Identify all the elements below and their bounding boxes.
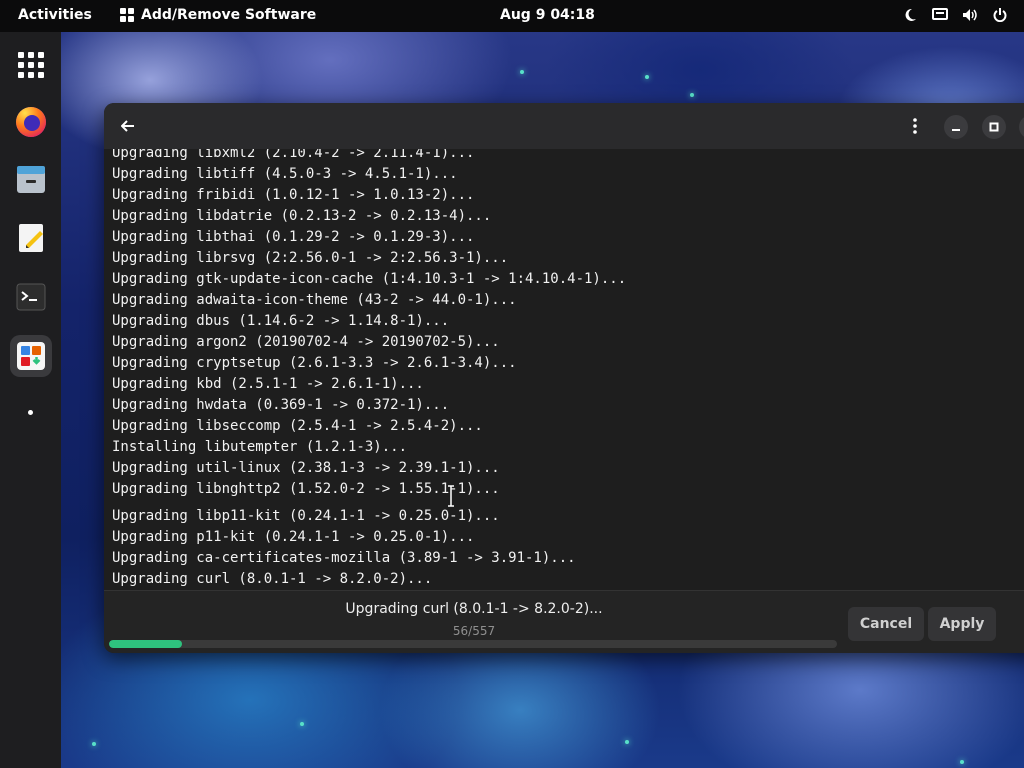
terminal-icon[interactable] bbox=[10, 276, 52, 318]
clock[interactable]: Aug 9 04:18 bbox=[500, 7, 595, 23]
log-line: Upgrading adwaita-icon-theme (43-2 -> 44… bbox=[112, 292, 517, 308]
software-window: Upgrading libxml2 (2.10.4-2 -> 2.11.4-1)… bbox=[104, 103, 1024, 653]
wallpaper-sparkle bbox=[960, 760, 964, 764]
log-line: Upgrading libdatrie (0.2.13-2 -> 0.2.13-… bbox=[112, 208, 492, 224]
log-line: Installing libutempter (1.2.1-3)... bbox=[112, 439, 408, 455]
system-tray[interactable] bbox=[902, 7, 1008, 23]
apply-button[interactable]: Apply bbox=[928, 607, 996, 641]
transaction-log[interactable]: Upgrading libxml2 (2.10.4-2 -> 2.11.4-1)… bbox=[104, 149, 1024, 589]
close-button[interactable] bbox=[1019, 115, 1024, 139]
log-line: Upgrading gtk-update-icon-cache (1:4.10.… bbox=[112, 271, 627, 287]
screen-share-icon[interactable] bbox=[932, 7, 948, 23]
wallpaper-sparkle bbox=[520, 70, 524, 74]
progress-count: 56/557 bbox=[452, 624, 496, 638]
wallpaper-sparkle bbox=[300, 722, 304, 726]
top-bar: Activities Add/Remove Software Aug 9 04:… bbox=[0, 0, 1024, 32]
app-menu-label: Add/Remove Software bbox=[141, 7, 317, 23]
firefox-icon[interactable] bbox=[10, 101, 52, 143]
progress-bar-fill bbox=[109, 640, 183, 648]
night-light-icon[interactable] bbox=[902, 7, 918, 23]
log-line: Upgrading argon2 (20190702-4 -> 20190702… bbox=[112, 334, 500, 350]
menu-button[interactable] bbox=[904, 115, 926, 137]
log-line: Upgrading libthai (0.1.29-2 -> 0.1.29-3)… bbox=[112, 229, 475, 245]
log-line: Upgrading libp11-kit (0.24.1-1 -> 0.25.0… bbox=[112, 508, 500, 524]
kebab-menu-icon bbox=[913, 118, 917, 134]
wallpaper-sparkle bbox=[690, 93, 694, 97]
log-line: Upgrading hwdata (0.369-1 -> 0.372-1)... bbox=[112, 397, 450, 413]
minimize-button[interactable] bbox=[944, 115, 968, 139]
volume-icon[interactable] bbox=[962, 7, 978, 23]
cancel-button[interactable]: Cancel bbox=[848, 607, 924, 641]
text-cursor-icon bbox=[447, 485, 454, 507]
log-line: Upgrading libseccomp (2.5.4-1 -> 2.5.4-2… bbox=[112, 418, 483, 434]
status-text: Upgrading curl (8.0.1-1 -> 8.2.0-2)... bbox=[345, 601, 603, 617]
log-line: Upgrading ca-certificates-mozilla (3.89-… bbox=[112, 550, 576, 566]
software-icon[interactable] bbox=[10, 335, 52, 377]
dock bbox=[0, 32, 61, 768]
wallpaper-sparkle bbox=[645, 75, 649, 79]
log-line: Upgrading util-linux (2.38.1-3 -> 2.39.1… bbox=[112, 460, 500, 476]
progress-bar bbox=[109, 640, 837, 648]
log-line: Upgrading libtiff (4.5.0-3 -> 4.5.1-1)..… bbox=[112, 166, 458, 182]
app-menu[interactable]: Add/Remove Software bbox=[120, 7, 316, 23]
text-editor-icon[interactable] bbox=[10, 217, 52, 259]
log-line: Upgrading curl (8.0.1-1 -> 8.2.0-2)... bbox=[112, 571, 433, 587]
minimize-icon bbox=[952, 129, 960, 131]
arrow-left-icon bbox=[121, 120, 134, 132]
maximize-icon bbox=[989, 122, 999, 132]
log-line: Upgrading fribidi (1.0.12-1 -> 1.0.13-2)… bbox=[112, 187, 475, 203]
maximize-button[interactable] bbox=[982, 115, 1006, 139]
log-line: Upgrading librsvg (2:2.56.0-1 -> 2:2.56.… bbox=[112, 250, 509, 266]
files-icon[interactable] bbox=[10, 159, 52, 201]
wallpaper-sparkle bbox=[625, 740, 629, 744]
log-line: Upgrading libnghttp2 (1.52.0-2 -> 1.55.1… bbox=[112, 481, 500, 497]
progress-footer: Upgrading curl (8.0.1-1 -> 8.2.0-2)... 5… bbox=[104, 590, 1024, 653]
wallpaper-sparkle bbox=[92, 742, 96, 746]
show-apps-icon[interactable] bbox=[10, 44, 52, 86]
log-line: Upgrading p11-kit (0.24.1-1 -> 0.25.0-1)… bbox=[112, 529, 475, 545]
running-indicator bbox=[28, 410, 33, 415]
log-line: Upgrading dbus (1.14.6-2 -> 1.14.8-1)... bbox=[112, 313, 450, 329]
power-icon[interactable] bbox=[992, 7, 1008, 23]
back-button[interactable] bbox=[116, 114, 140, 138]
log-line: Upgrading libxml2 (2.10.4-2 -> 2.11.4-1)… bbox=[112, 149, 475, 161]
activities-button[interactable]: Activities bbox=[18, 7, 92, 23]
log-line: Upgrading kbd (2.5.1-1 -> 2.6.1-1)... bbox=[112, 376, 424, 392]
log-line: Upgrading cryptsetup (2.6.1-3.3 -> 2.6.1… bbox=[112, 355, 517, 371]
header-bar bbox=[104, 103, 1024, 150]
app-grid-icon bbox=[120, 8, 134, 22]
